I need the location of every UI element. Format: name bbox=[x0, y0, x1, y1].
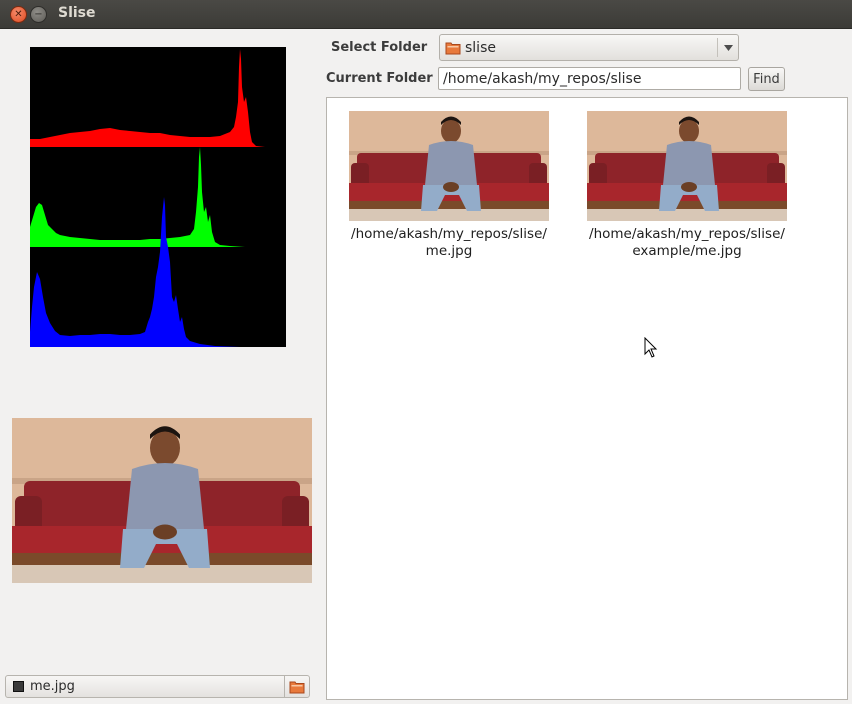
close-icon[interactable]: ✕ bbox=[10, 6, 27, 23]
current-folder-input[interactable] bbox=[438, 67, 741, 90]
select-folder-label: Select Folder bbox=[331, 40, 428, 55]
window-title: Slise bbox=[58, 5, 96, 21]
result-caption: /home/akash/my_repos/slise/ me.jpg bbox=[342, 226, 556, 260]
open-folder-icon[interactable] bbox=[284, 676, 309, 697]
result-thumbnail[interactable] bbox=[587, 111, 787, 221]
find-button[interactable]: Find bbox=[748, 67, 785, 91]
current-folder-label: Current Folder bbox=[326, 71, 433, 86]
selected-folder-name: slise bbox=[465, 39, 496, 56]
result-caption: /home/akash/my_repos/slise/ example/me.j… bbox=[580, 226, 794, 260]
image-file-chooser[interactable]: me.jpg bbox=[5, 675, 310, 698]
result-filename: me.jpg bbox=[425, 243, 473, 259]
result-path: /home/akash/my_repos/slise/ bbox=[351, 226, 547, 242]
rgb-histogram bbox=[30, 47, 286, 347]
selected-image-preview bbox=[12, 418, 312, 583]
file-icon bbox=[13, 681, 24, 692]
minimize-icon[interactable]: − bbox=[30, 6, 47, 23]
result-path: /home/akash/my_repos/slise/ bbox=[589, 226, 785, 242]
result-item[interactable]: /home/akash/my_repos/slise/ me.jpg bbox=[342, 111, 556, 260]
search-results-panel[interactable]: /home/akash/my_repos/slise/ me.jpg /home… bbox=[326, 97, 848, 700]
select-folder-dropdown[interactable]: slise bbox=[439, 34, 739, 61]
title-bar: ✕ − Slise bbox=[0, 0, 852, 29]
chevron-down-icon[interactable] bbox=[718, 44, 738, 51]
result-filename: example/me.jpg bbox=[632, 243, 742, 259]
mouse-pointer-icon bbox=[644, 337, 658, 358]
result-thumbnail[interactable] bbox=[349, 111, 549, 221]
result-item[interactable]: /home/akash/my_repos/slise/ example/me.j… bbox=[580, 111, 794, 260]
folder-icon bbox=[445, 42, 461, 54]
selected-file-name: me.jpg bbox=[30, 679, 75, 694]
